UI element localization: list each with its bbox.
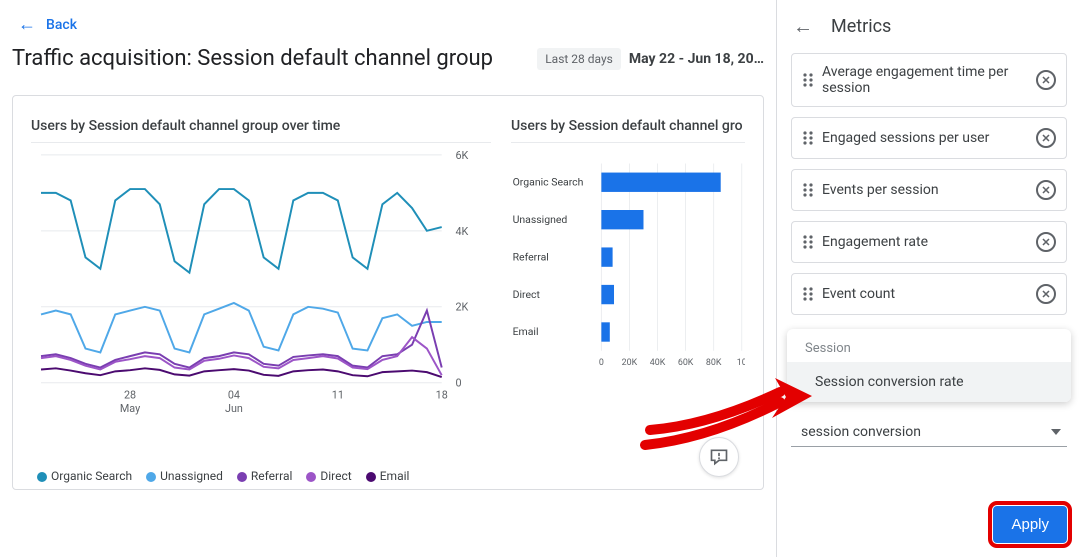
svg-text:Organic Search: Organic Search [513,175,584,188]
metric-chip[interactable]: Event count ✕ [791,273,1067,315]
svg-text:May: May [120,402,140,415]
legend-swatch-icon [237,472,247,482]
date-preset-label: Last 28 days [537,48,621,70]
remove-metric-button[interactable]: ✕ [1036,70,1056,90]
legend-item[interactable]: Organic Search [37,469,132,483]
drag-handle-icon[interactable] [802,182,814,198]
legend-item[interactable]: Unassigned [146,469,223,483]
page-title: Traffic acquisition: Session default cha… [12,46,493,71]
svg-text:11: 11 [332,388,344,401]
svg-text:Jun: Jun [225,402,243,415]
svg-text:0: 0 [599,358,604,368]
panel-back-button[interactable]: ← [793,14,813,39]
svg-text:80K: 80K [706,358,722,368]
select-value: session conversion [801,424,921,440]
arrow-left-icon: ← [18,16,36,34]
svg-text:4K: 4K [455,225,468,238]
legend-swatch-icon [306,472,316,482]
metric-chip[interactable]: Engaged sessions per user ✕ [791,117,1067,159]
remove-metric-button[interactable]: ✕ [1036,180,1056,200]
chevron-down-icon [1051,429,1061,435]
apply-button[interactable]: Apply [993,506,1067,543]
svg-text:18: 18 [436,388,448,401]
svg-text:Email: Email [513,325,539,338]
bar-chart-title: Users by Session default channel gro [511,118,745,134]
metric-label: Event count [822,286,1028,302]
remove-metric-button[interactable]: ✕ [1036,284,1056,304]
charts-card: Users by Session default channel group o… [12,95,764,490]
legend-swatch-icon [366,472,376,482]
metric-suggestion-popover: Session Session conversion rate [787,329,1071,402]
legend-item[interactable]: Email [366,469,410,483]
svg-text:Direct: Direct [513,288,541,301]
back-button[interactable]: ← Back [12,12,79,44]
line-chart: 0 2K 4K 6K 28May 04Jun 11 18 [31,149,491,424]
metric-label: Average engagement time per session [822,64,1028,96]
metric-label: Engaged sessions per user [822,130,1028,146]
svg-text:04: 04 [228,388,240,401]
svg-text:20K: 20K [622,358,638,368]
legend: Organic Search Unassigned Referral Direct Em… [31,469,491,483]
svg-text:Unassigned: Unassigned [513,213,568,226]
drag-handle-icon[interactable] [802,130,814,146]
line-chart-title: Users by Session default channel group o… [31,118,491,134]
metric-chip[interactable]: Engagement rate ✕ [791,221,1067,263]
metric-label: Engagement rate [822,234,1028,250]
drag-handle-icon[interactable] [802,234,814,250]
remove-metric-button[interactable]: ✕ [1036,128,1056,148]
legend-swatch-icon [146,472,156,482]
metric-label: Events per session [822,182,1028,198]
feedback-icon [709,447,729,467]
bar-chart: 0 20K 40K 60K 80K 10 Organic Search Unassigned R… [511,149,745,424]
remove-metric-button[interactable]: ✕ [1036,232,1056,252]
legend-swatch-icon [37,472,47,482]
panel-title: Metrics [831,16,891,37]
metrics-panel: ← Metrics Average engagement time per se… [776,0,1081,557]
svg-text:Referral: Referral [513,250,549,263]
suggestion-option[interactable]: Session conversion rate [787,362,1071,402]
svg-text:60K: 60K [678,358,694,368]
date-range-text: May 22 - Jun 18, 20… [629,51,764,67]
date-range-picker[interactable]: Last 28 days May 22 - Jun 18, 20… [537,48,764,70]
svg-text:28: 28 [124,388,136,401]
drag-handle-icon[interactable] [802,286,814,302]
legend-item[interactable]: Direct [306,469,351,483]
svg-text:10: 10 [737,358,745,368]
metric-chip[interactable]: Average engagement time per session ✕ [791,53,1067,107]
legend-item[interactable]: Referral [237,469,293,483]
feedback-button[interactable] [699,437,739,477]
svg-text:6K: 6K [455,149,468,162]
title-row: Traffic acquisition: Session default cha… [12,46,764,71]
back-label: Back [46,17,77,33]
svg-text:0: 0 [455,377,461,390]
metric-chip[interactable]: Events per session ✕ [791,169,1067,211]
svg-text:2K: 2K [455,301,468,314]
svg-text:40K: 40K [650,358,666,368]
suggestion-group-label: Session [787,329,1071,362]
add-metric-select[interactable]: session conversion [791,416,1067,447]
drag-handle-icon[interactable] [802,72,814,88]
